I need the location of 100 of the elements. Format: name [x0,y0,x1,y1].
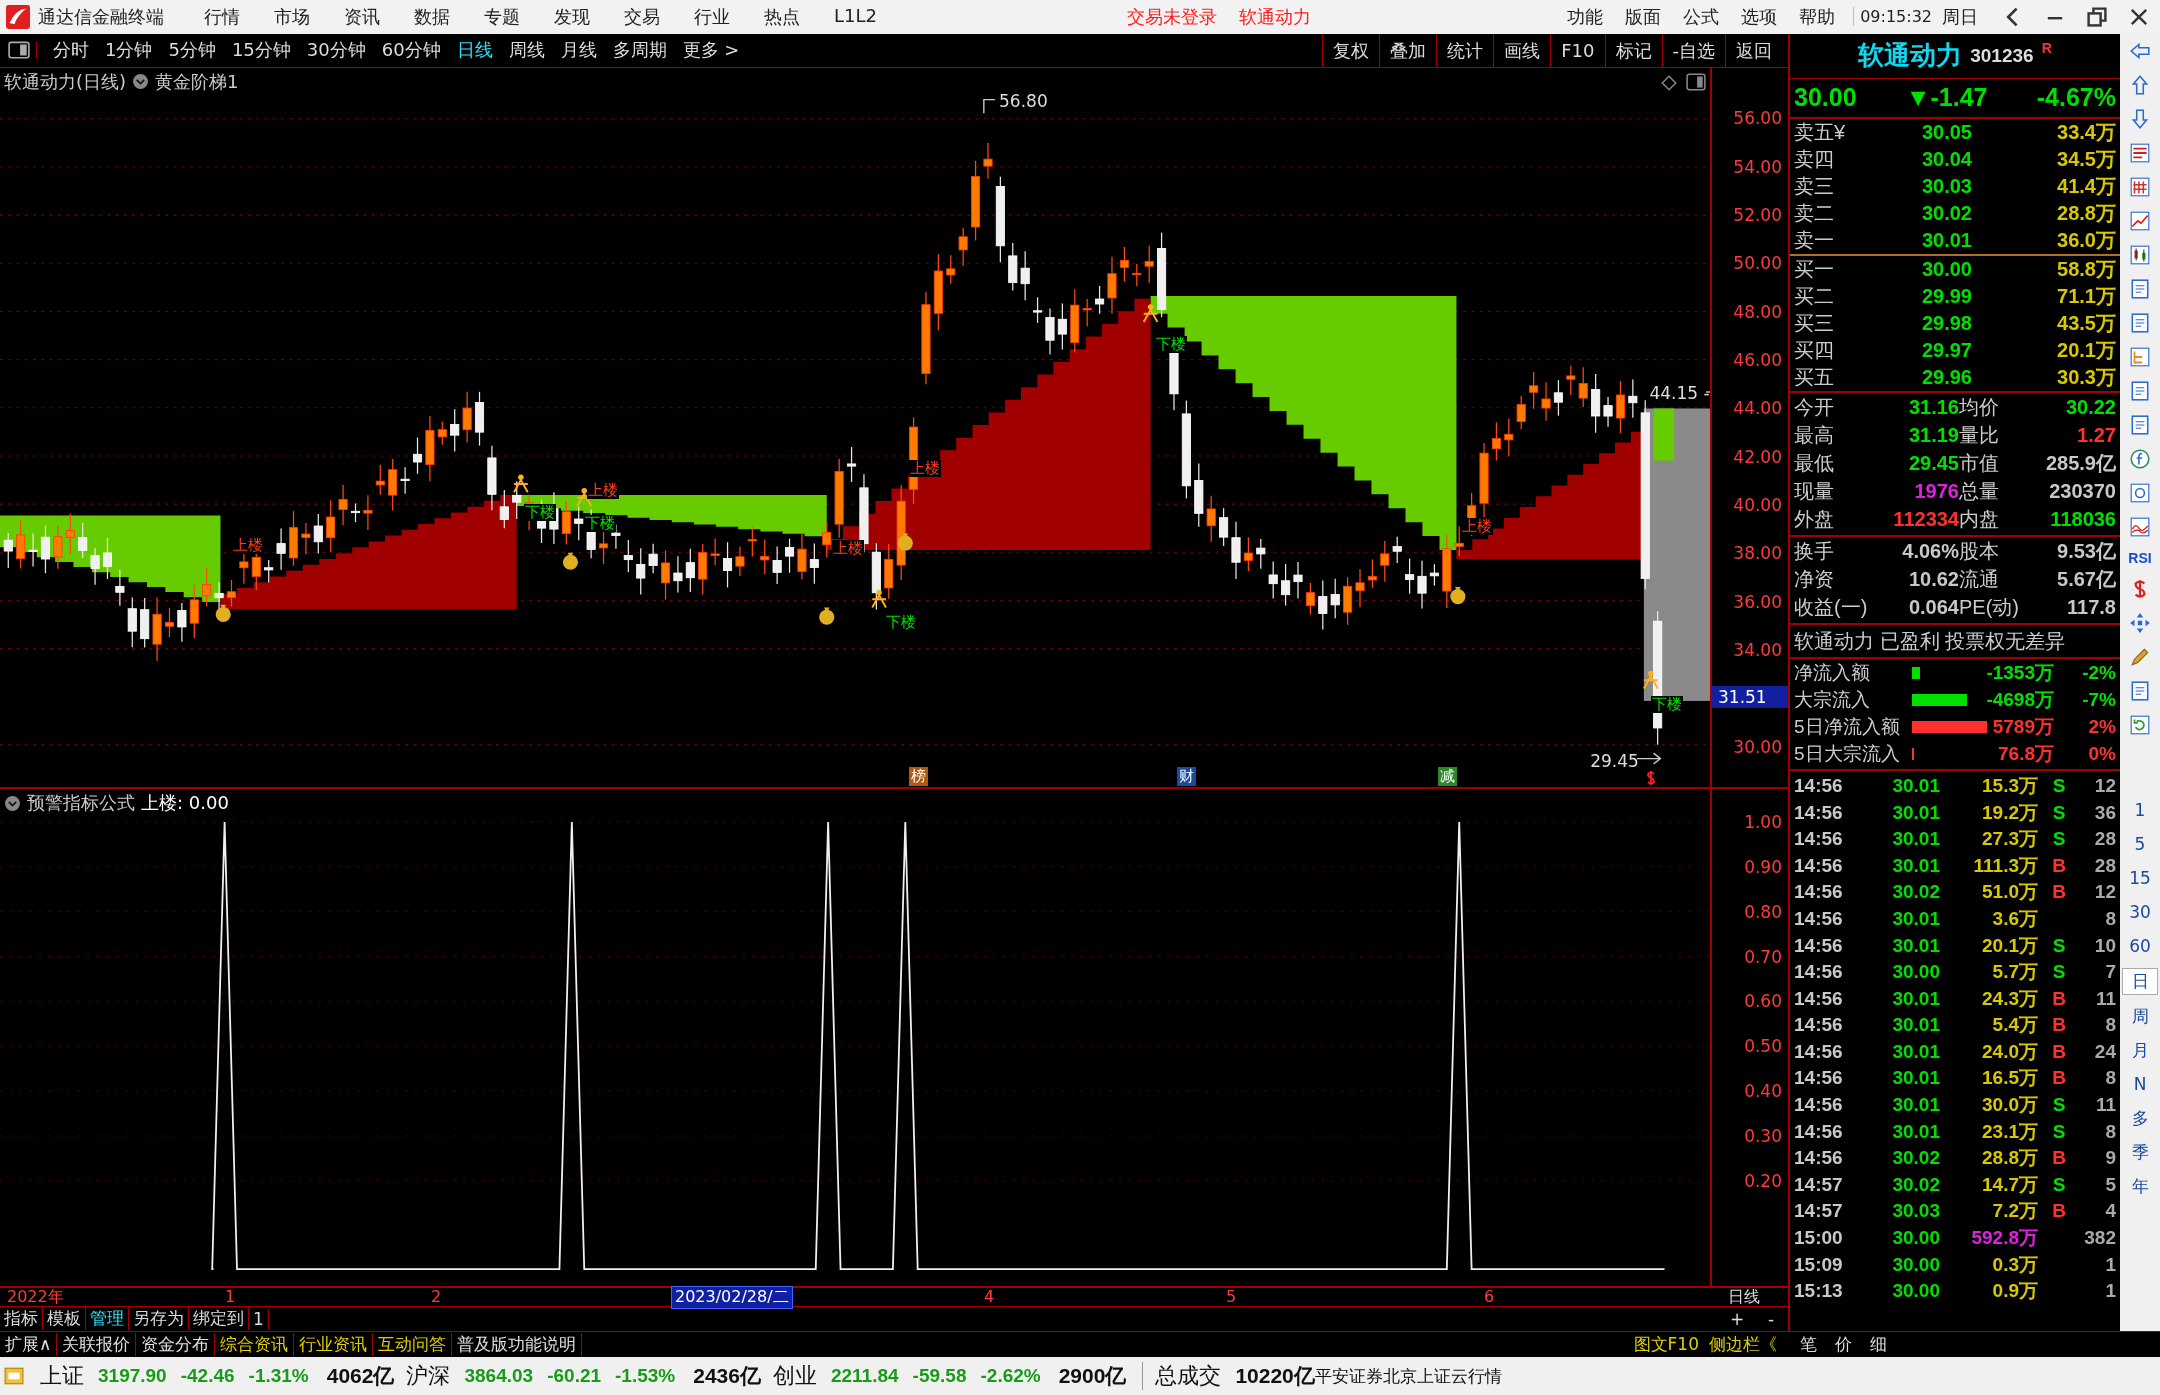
document-icon[interactable] [2129,277,2151,300]
period-button[interactable]: 30 [2123,899,2157,925]
diamond-icon[interactable] [1660,73,1678,92]
info-tab[interactable]: 行业资讯 [294,1333,374,1356]
event-tag[interactable]: 减 [1437,767,1457,787]
period-tab[interactable]: 日线 [456,38,493,63]
refresh-icon[interactable] [2129,713,2151,736]
function-icon[interactable] [2129,447,2151,470]
tree-icon[interactable] [2129,345,2151,368]
period-button[interactable]: 15 [2123,865,2157,891]
menu-item[interactable]: 功能 [1567,4,1604,29]
document-icon[interactable] [2129,413,2151,436]
panel-tab[interactable]: 细 [1870,1333,1887,1356]
chart-tool-button[interactable]: -自选 [1661,33,1725,67]
panel-tab[interactable]: 价 [1835,1333,1852,1356]
menu-item[interactable]: 热点 [764,4,800,29]
period-button[interactable]: 月 [2123,1037,2157,1063]
chart-tool-button[interactable]: 返回 [1725,33,1782,67]
menu-item[interactable]: 交易 [624,4,660,29]
period-button[interactable]: 日 [2122,967,2158,995]
info-link[interactable]: 侧边栏《 [1704,1333,1782,1356]
document-icon[interactable] [2129,379,2151,402]
arrow-up-icon[interactable] [2129,73,2151,96]
chevron-down-icon[interactable] [4,794,21,812]
period-button[interactable]: 季 [2123,1139,2157,1165]
menu-item[interactable]: 数据 [414,4,450,29]
info-tab[interactable]: 综合资讯 [215,1333,295,1356]
period-button[interactable]: 年 [2123,1173,2157,1199]
info-tab[interactable]: 关联报价 [57,1333,137,1356]
period-tab[interactable]: 更多 > [682,38,740,63]
zoom-button[interactable]: - [1754,1308,1788,1329]
period-tab[interactable]: 1分钟 [105,38,153,63]
chart-tool-button[interactable]: 标记 [1604,33,1662,67]
restore-icon[interactable] [2085,4,2109,29]
period-tab[interactable]: 15分钟 [231,38,291,63]
chart-tool-button[interactable]: 统计 [1436,33,1494,67]
indicator-name[interactable]: 黄金阶梯1 [155,69,239,94]
menu-item[interactable]: 市场 [274,4,310,29]
period-button[interactable]: 1 [2123,797,2157,823]
chart-tool-button[interactable]: 复权 [1322,33,1380,67]
period-tab[interactable]: 30分钟 [306,38,366,63]
info-tab[interactable]: 互动问答 [373,1333,453,1356]
zoom-button[interactable]: + [1720,1308,1754,1329]
formula-tab[interactable]: 指标 [0,1307,43,1331]
index-name[interactable]: 创业 [772,1361,817,1392]
menu-item[interactable]: 资讯 [344,4,380,29]
period-tab[interactable]: 5分钟 [168,38,216,63]
panel-tab[interactable]: 笔 [1800,1333,1817,1356]
pencil-icon[interactable] [2129,645,2151,668]
period-tab[interactable]: 多周期 [612,38,667,63]
line-chart-icon[interactable] [2129,209,2151,232]
info-tab[interactable]: 扩展∧ [0,1333,58,1356]
chart-tool-button[interactable]: 叠加 [1379,33,1437,67]
document-icon[interactable] [2129,311,2151,334]
period-button[interactable]: 周 [2123,1003,2157,1029]
window-icon[interactable] [4,1366,24,1387]
document-icon[interactable] [2129,679,2151,702]
menu-item[interactable]: 版面 [1625,4,1662,29]
grid-icon[interactable] [2129,175,2151,198]
period-tab[interactable]: 60分钟 [381,38,441,63]
chevron-down-icon[interactable] [132,73,150,91]
formula-tab[interactable]: 模板 [43,1307,86,1331]
info-tab[interactable]: 资金分布 [136,1333,216,1356]
event-tag[interactable]: 财 [1177,767,1197,787]
menu-item[interactable]: 行情 [204,4,240,29]
menu-item[interactable]: L1L2 [834,4,877,29]
rsi-button[interactable]: RSI [2128,549,2152,566]
index-name[interactable]: 沪深 [406,1361,451,1392]
period-button[interactable]: 多 [2123,1105,2157,1131]
wave-chart-icon[interactable] [2129,515,2151,538]
index-name[interactable]: 上证 [40,1361,84,1392]
formula-tab[interactable]: 另存为 [129,1307,189,1331]
arrow-down-icon[interactable] [2129,107,2151,130]
formula-tab[interactable]: 管理 [86,1307,129,1331]
dollar-icon[interactable] [1645,770,1657,787]
period-button[interactable]: N [2123,1071,2157,1097]
menu-item[interactable]: 帮助 [1799,4,1836,29]
event-tag[interactable]: 榜 [908,767,928,787]
indicator-title[interactable]: 预警指标公式 [27,791,135,816]
period-tab[interactable]: 周线 [508,38,545,63]
list-icon[interactable] [2129,141,2151,164]
info-link[interactable]: 图文F10 [1628,1333,1704,1356]
menu-item[interactable]: 发现 [554,4,590,29]
move-icon[interactable] [2129,611,2151,634]
period-tab[interactable]: 分时 [53,38,89,63]
period-button[interactable]: 5 [2123,831,2157,857]
menu-item[interactable]: 选项 [1741,4,1778,29]
menu-item[interactable]: 公式 [1683,4,1720,29]
period-tab[interactable]: 月线 [560,38,597,63]
formula-tab[interactable]: 1 [249,1308,269,1329]
panel-toggle-icon[interactable] [8,41,37,60]
chart-tool-button[interactable]: 画线 [1493,33,1551,67]
panel-toggle-icon[interactable] [1686,72,1706,91]
candlestick-icon[interactable] [2129,243,2151,266]
period-button[interactable]: 60 [2123,933,2157,959]
formula-tab[interactable]: 绑定到 [189,1307,249,1331]
menu-item[interactable]: 行业 [694,4,730,29]
chart-tool-button[interactable]: F10 [1550,33,1605,67]
menu-item[interactable]: 专题 [484,4,520,29]
info-tab[interactable]: 普及版功能说明 [452,1333,583,1356]
